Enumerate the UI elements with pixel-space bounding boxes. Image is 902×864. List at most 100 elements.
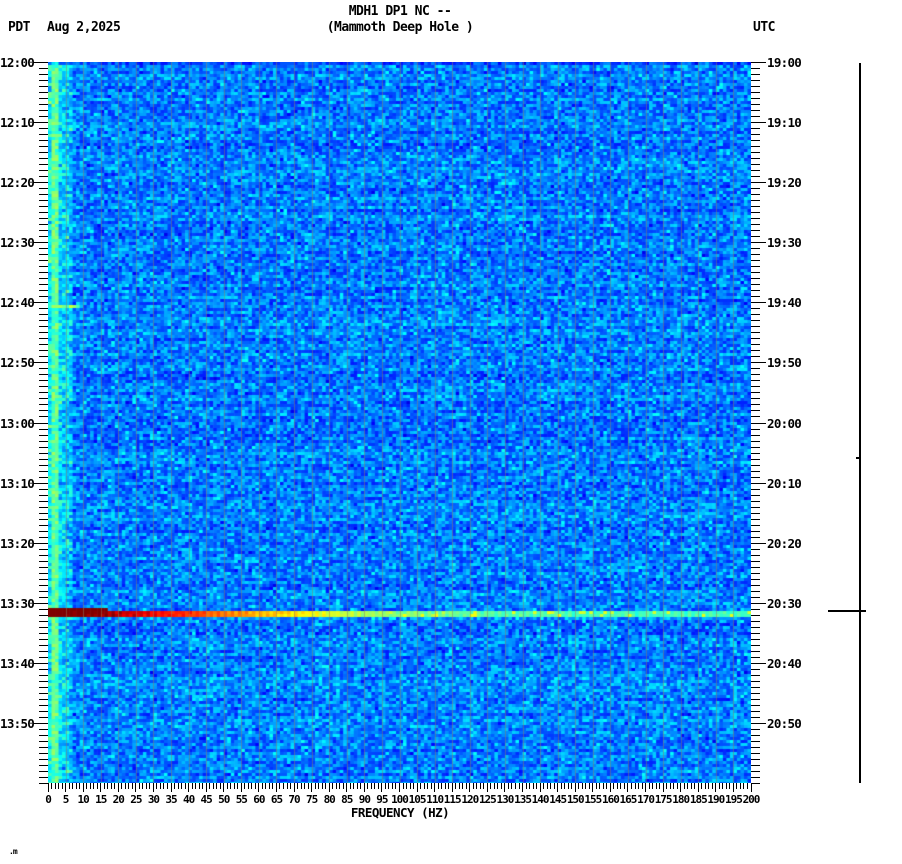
left-minor-tick — [39, 332, 48, 333]
freq-tick-label: 35 — [165, 793, 177, 806]
left-minor-tick — [39, 170, 48, 171]
left-minor-tick — [39, 320, 48, 321]
freq-minor-tick — [336, 783, 337, 789]
freq-minor-tick — [606, 783, 607, 789]
freq-major-tick — [610, 783, 611, 792]
left-minor-tick — [39, 296, 48, 297]
freq-tick-label: 135 — [514, 793, 532, 806]
left-minor-tick — [39, 134, 48, 135]
left-minor-tick — [39, 453, 48, 454]
freq-minor-tick — [631, 783, 632, 789]
right-time-label: 19:20 — [767, 175, 802, 190]
right-time-label: 20:00 — [767, 416, 802, 431]
freq-minor-tick — [283, 783, 284, 789]
left-minor-tick — [39, 585, 48, 586]
freq-minor-tick — [216, 783, 217, 789]
left-minor-tick — [39, 783, 48, 784]
freq-minor-tick — [156, 783, 157, 789]
left-minor-tick — [39, 218, 48, 219]
left-time-label: 13:10 — [0, 476, 35, 491]
freq-minor-tick — [550, 783, 551, 789]
left-minor-tick — [39, 699, 48, 700]
freq-tick-label: 150 — [566, 793, 585, 806]
left-minor-tick — [39, 777, 48, 778]
freq-minor-tick — [213, 783, 214, 789]
right-minor-tick — [751, 326, 760, 327]
freq-minor-tick — [740, 783, 741, 789]
left-minor-tick — [39, 459, 48, 460]
freq-minor-tick — [315, 783, 316, 789]
freq-minor-tick — [132, 783, 133, 789]
left-minor-tick — [39, 344, 48, 345]
right-minor-tick — [751, 753, 760, 754]
left-minor-tick — [39, 194, 48, 195]
right-minor-tick — [751, 465, 760, 466]
freq-minor-tick — [185, 783, 186, 789]
left-major-tick — [33, 663, 48, 664]
left-time-label: 13:20 — [0, 536, 35, 551]
freq-minor-tick — [237, 783, 238, 789]
right-major-tick — [751, 663, 766, 664]
freq-minor-tick — [332, 783, 333, 789]
right-minor-tick — [751, 693, 760, 694]
left-minor-tick — [39, 272, 48, 273]
left-minor-tick — [39, 567, 48, 568]
freq-major-tick — [329, 783, 330, 792]
right-minor-tick — [751, 573, 760, 574]
right-minor-tick — [751, 519, 760, 520]
freq-minor-tick — [420, 783, 421, 789]
right-time-label: 20:20 — [767, 536, 802, 551]
freq-tick-label: 0 — [45, 793, 52, 806]
freq-major-tick — [715, 783, 716, 792]
freq-tick-label: 45 — [200, 793, 213, 806]
freq-minor-tick — [392, 783, 393, 789]
freq-tick-label: 85 — [341, 793, 353, 806]
freq-minor-tick — [684, 783, 685, 789]
freq-minor-tick — [97, 783, 98, 789]
freq-minor-tick — [694, 783, 695, 789]
right-major-tick — [751, 182, 766, 183]
right-minor-tick — [751, 687, 760, 688]
left-minor-tick — [39, 290, 48, 291]
right-minor-tick — [751, 200, 760, 201]
left-minor-tick — [39, 573, 48, 574]
left-minor-tick — [39, 531, 48, 532]
freq-minor-tick — [395, 783, 396, 789]
freq-minor-tick — [406, 783, 407, 789]
right-major-tick — [751, 362, 766, 363]
freq-minor-tick — [413, 783, 414, 789]
freq-tick-label: 5 — [62, 793, 70, 806]
freq-minor-tick — [722, 783, 723, 789]
freq-minor-tick — [86, 783, 87, 789]
freq-minor-tick — [666, 783, 667, 789]
freq-minor-tick — [613, 783, 614, 789]
freq-minor-tick — [536, 783, 537, 789]
freq-tick-label: 190 — [707, 793, 725, 806]
right-minor-tick — [751, 278, 760, 279]
timezone-right-label: UTC — [753, 20, 775, 35]
left-time-label: 12:30 — [0, 235, 35, 250]
freq-minor-tick — [589, 783, 590, 789]
right-time-label: 19:50 — [767, 355, 802, 370]
left-time-label: 13:30 — [0, 596, 35, 611]
freq-minor-tick — [582, 783, 583, 789]
right-minor-tick — [751, 555, 760, 556]
left-time-label: 12:50 — [0, 355, 35, 370]
right-major-tick — [751, 302, 766, 303]
left-minor-tick — [39, 230, 48, 231]
freq-minor-tick — [325, 783, 326, 789]
freq-minor-tick — [701, 783, 702, 789]
right-minor-tick — [751, 657, 760, 658]
freq-tick-label: 155 — [584, 793, 602, 806]
left-minor-tick — [39, 152, 48, 153]
left-time-label: 12:40 — [0, 295, 35, 310]
right-minor-tick — [751, 771, 760, 772]
left-time-label: 12:20 — [0, 175, 35, 190]
right-time-label: 19:40 — [767, 295, 802, 310]
freq-minor-tick — [350, 783, 351, 789]
freq-minor-tick — [262, 783, 263, 789]
left-minor-tick — [39, 224, 48, 225]
freq-minor-tick — [526, 783, 527, 789]
left-minor-tick — [39, 549, 48, 550]
freq-minor-tick — [490, 783, 491, 789]
